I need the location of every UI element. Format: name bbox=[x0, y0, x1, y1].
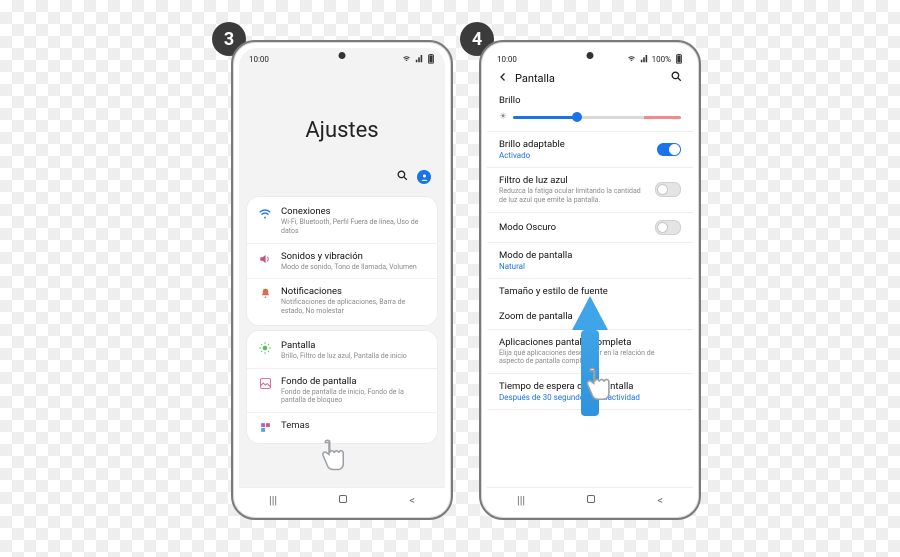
row-title: Sonidos y vibración bbox=[281, 251, 427, 262]
row-status: Después de 30 segundos de inactividad bbox=[499, 393, 681, 402]
android-navbar: ||| < bbox=[239, 487, 445, 512]
brightness-icon bbox=[257, 341, 273, 355]
bell-icon bbox=[257, 287, 273, 300]
sun-icon: ☀ bbox=[499, 112, 507, 122]
status-time: 10:00 bbox=[249, 55, 269, 64]
row-subtitle: Reduzca la fatiga ocular limitando la ca… bbox=[499, 187, 649, 205]
brightness-section: Brillo ☀ bbox=[487, 88, 693, 132]
brightness-slider[interactable]: ☀ bbox=[499, 110, 681, 124]
wifi-icon bbox=[257, 207, 273, 221]
row-title: Zoom de pantalla bbox=[499, 311, 681, 322]
row-title: Tamaño y estilo de fuente bbox=[499, 286, 681, 297]
row-title: Filtro de luz azul bbox=[499, 175, 649, 186]
row-title: Modo de pantalla bbox=[499, 250, 681, 261]
row-title: Temas bbox=[281, 420, 427, 431]
nav-back[interactable]: < bbox=[657, 494, 663, 507]
settings-item-conexiones[interactable]: Conexiones Wi-Fi, Bluetooth, Perfil Fuer… bbox=[247, 199, 437, 243]
wallpaper-icon bbox=[257, 377, 273, 390]
nav-recents[interactable]: ||| bbox=[517, 494, 525, 507]
camera-notch bbox=[587, 52, 594, 59]
sound-icon bbox=[257, 252, 273, 266]
screen-title: Pantalla bbox=[515, 72, 555, 85]
row-status: Activado bbox=[499, 151, 565, 160]
darkmode-row[interactable]: Modo Oscuro bbox=[487, 213, 693, 243]
row-status: Natural bbox=[499, 262, 681, 271]
row-subtitle: Wi-Fi, Bluetooth, Perfil Fuera de línea,… bbox=[281, 218, 427, 236]
fontsize-row[interactable]: Tamaño y estilo de fuente bbox=[487, 279, 693, 304]
tap-gesture-icon bbox=[317, 438, 347, 474]
battery-text: 100% bbox=[652, 55, 671, 64]
zoom-row[interactable]: Zoom de pantalla bbox=[487, 304, 693, 330]
row-subtitle: Modo de sonido, Tono de llamada, Volumen bbox=[281, 263, 427, 272]
row-subtitle: Fondo de pantalla de inicio, Fondo de la… bbox=[281, 388, 427, 406]
phone-mockup-3: 10:00 Ajustes bbox=[231, 40, 453, 520]
battery-icon bbox=[675, 54, 683, 64]
row-title: Fondo de pantalla bbox=[281, 376, 427, 387]
signal-icon bbox=[415, 55, 423, 63]
row-subtitle: Brillo, Filtro de luz azul, Pantalla de … bbox=[281, 352, 427, 361]
wifi-icon bbox=[402, 55, 411, 63]
nav-home[interactable] bbox=[337, 493, 349, 508]
fullscreen-apps-row[interactable]: Aplicaciones pantalla completa Elija qué… bbox=[487, 330, 693, 375]
app-bar: Pantalla bbox=[487, 66, 693, 88]
signal-icon bbox=[640, 55, 648, 63]
toggle-off[interactable] bbox=[655, 182, 681, 197]
phone-mockup-4: 10:00 100% bbox=[479, 40, 701, 520]
status-time: 10:00 bbox=[497, 55, 517, 64]
back-icon[interactable] bbox=[497, 71, 509, 86]
search-icon[interactable] bbox=[396, 169, 409, 185]
toggle-on[interactable] bbox=[657, 143, 681, 156]
row-title: Notificaciones bbox=[281, 286, 427, 297]
row-title: Brillo adaptable bbox=[499, 139, 565, 150]
bluelight-row[interactable]: Filtro de luz azul Reduzca la fatiga ocu… bbox=[487, 168, 693, 213]
android-navbar: ||| < bbox=[487, 487, 693, 512]
battery-icon bbox=[427, 54, 435, 64]
row-title: Tiempo de espera de la pantalla bbox=[499, 381, 681, 392]
page-title: Ajustes bbox=[239, 118, 445, 143]
account-avatar[interactable] bbox=[417, 170, 431, 184]
search-icon[interactable] bbox=[670, 70, 683, 86]
row-title: Conexiones bbox=[281, 206, 427, 217]
label: Brillo bbox=[499, 95, 681, 106]
row-title: Aplicaciones pantalla completa bbox=[499, 337, 681, 348]
nav-recents[interactable]: ||| bbox=[269, 494, 277, 507]
row-title: Pantalla bbox=[281, 340, 427, 351]
row-subtitle: Notificaciones de aplicaciones, Barra de… bbox=[281, 298, 427, 316]
adaptive-brightness-row[interactable]: Brillo adaptable Activado bbox=[487, 132, 693, 168]
nav-home[interactable] bbox=[585, 493, 597, 508]
toggle-off[interactable] bbox=[655, 220, 681, 235]
settings-item-notificaciones[interactable]: Notificaciones Notificaciones de aplicac… bbox=[247, 278, 437, 323]
settings-item-pantalla[interactable]: Pantalla Brillo, Filtro de luz azul, Pan… bbox=[247, 333, 437, 368]
themes-icon bbox=[257, 421, 273, 434]
nav-back[interactable]: < bbox=[409, 494, 415, 507]
settings-item-sonidos[interactable]: Sonidos y vibración Modo de sonido, Tono… bbox=[247, 243, 437, 279]
settings-card-2: Pantalla Brillo, Filtro de luz azul, Pan… bbox=[247, 331, 437, 443]
timeout-row[interactable]: Tiempo de espera de la pantalla Después … bbox=[487, 374, 693, 410]
row-subtitle: Elija qué aplicaciones desea usar en la … bbox=[499, 349, 681, 367]
settings-card-1: Conexiones Wi-Fi, Bluetooth, Perfil Fuer… bbox=[247, 197, 437, 325]
settings-item-temas[interactable]: Temas bbox=[247, 412, 437, 441]
row-title: Modo Oscuro bbox=[499, 222, 556, 233]
wifi-icon bbox=[627, 55, 636, 63]
camera-notch bbox=[339, 52, 346, 59]
settings-item-fondo[interactable]: Fondo de pantalla Fondo de pantalla de i… bbox=[247, 368, 437, 413]
screenmode-row[interactable]: Modo de pantalla Natural bbox=[487, 243, 693, 279]
